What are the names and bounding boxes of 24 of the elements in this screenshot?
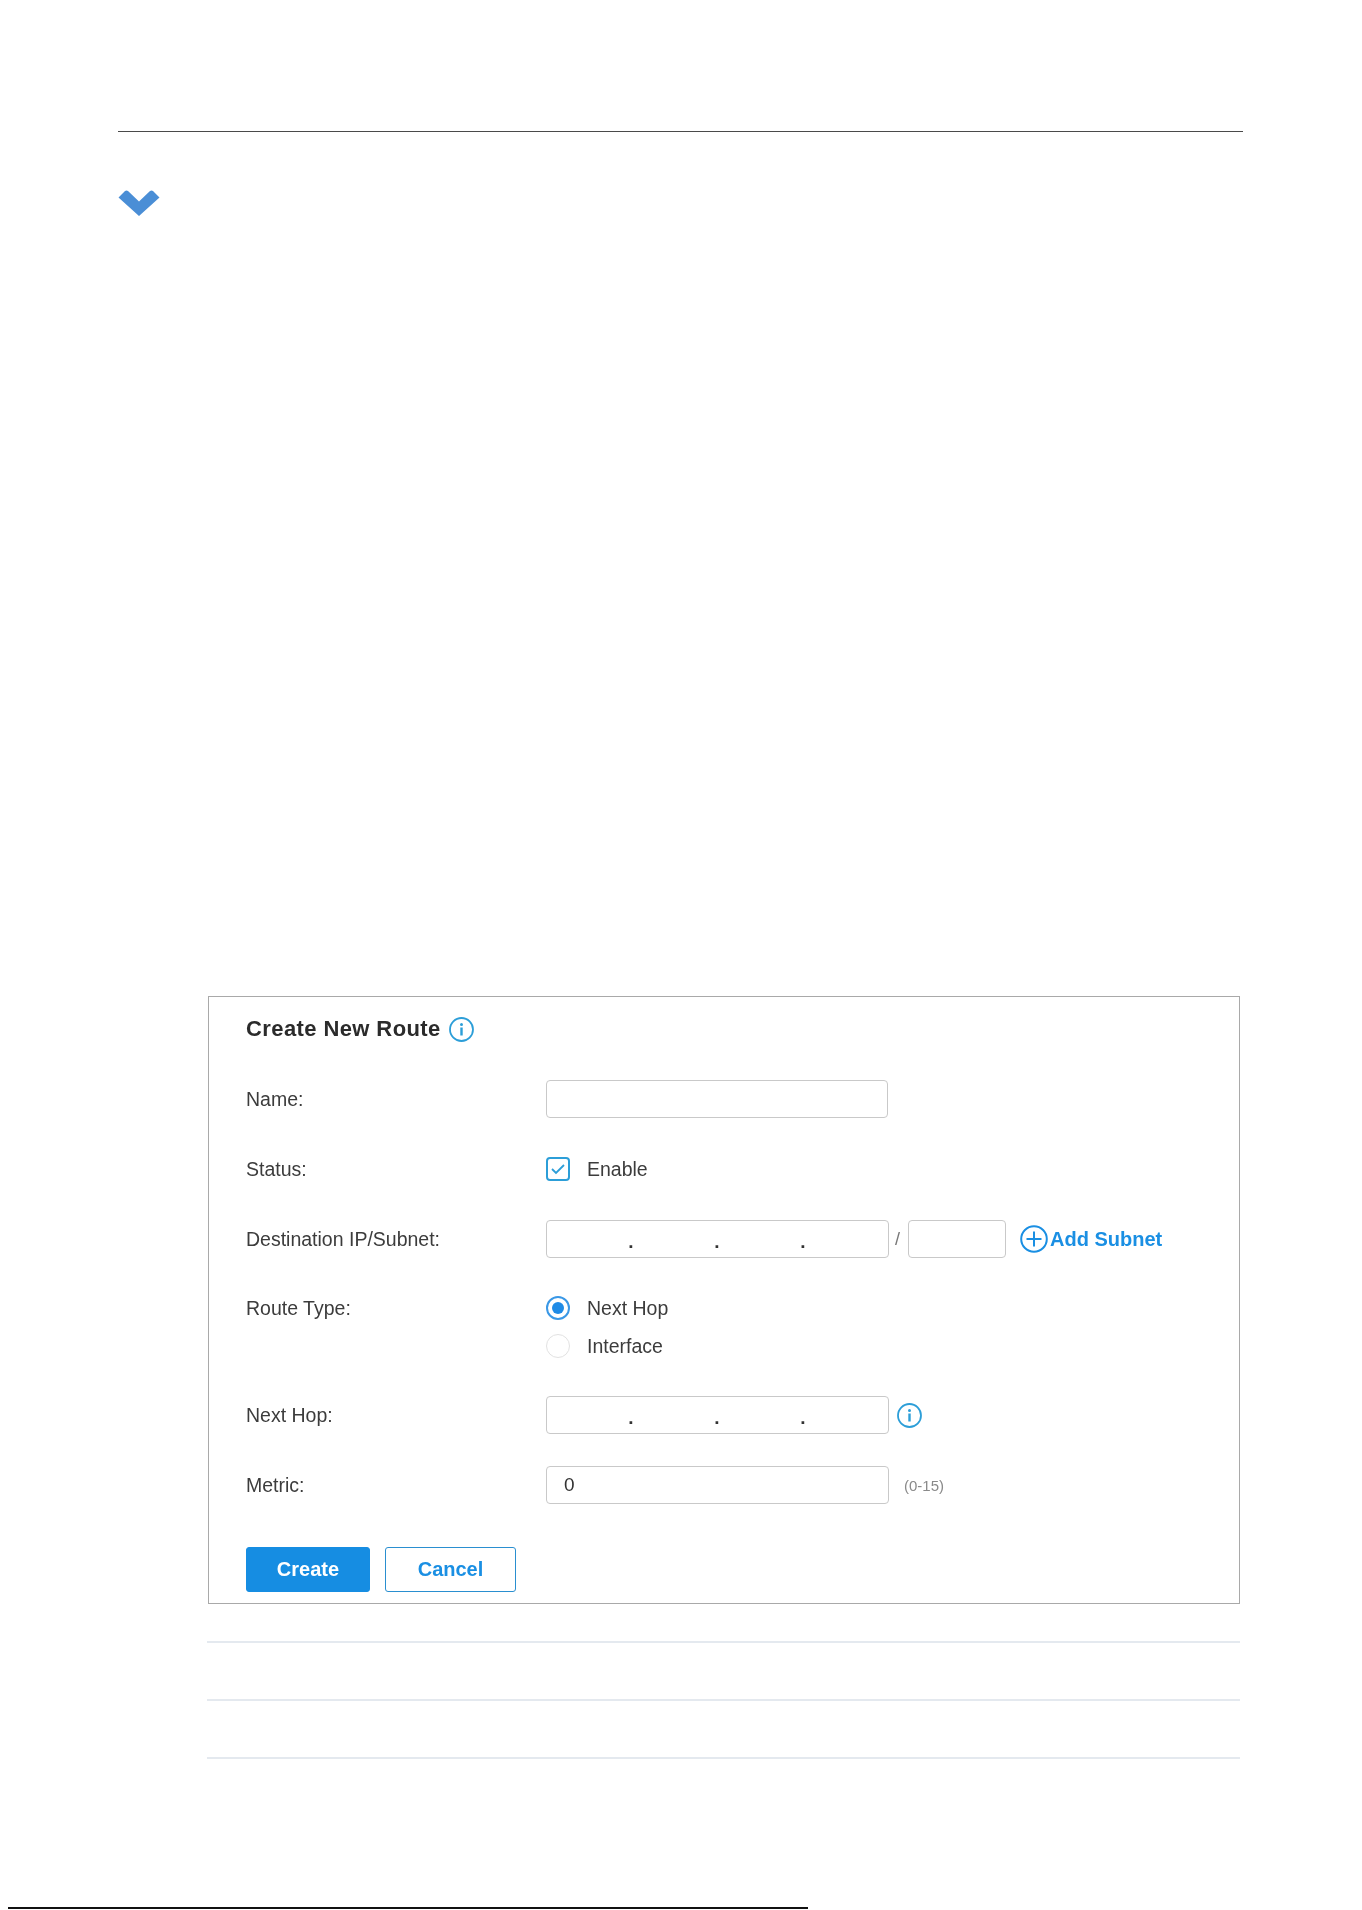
option-label: Enable: [587, 1157, 648, 1181]
field-label: Status:: [246, 1157, 308, 1181]
ip-address-field[interactable]: . . .: [546, 1396, 889, 1434]
primary-button[interactable]: Create: [246, 1547, 370, 1592]
field-label: Metric:: [246, 1473, 306, 1497]
option-label: Interface: [587, 1334, 663, 1358]
form-title: Create New Route: [246, 1016, 441, 1042]
plus-circle-icon: [1020, 1225, 1048, 1253]
option-label: Next Hop: [587, 1296, 669, 1320]
checkbox[interactable]: [546, 1157, 570, 1181]
field-label: Route Type:: [246, 1296, 352, 1321]
input-field[interactable]: 0: [546, 1466, 889, 1504]
range-hint: (0-15): [904, 1476, 944, 1494]
chevron-icon: [118, 187, 160, 216]
ip-address-field[interactable]: . . .: [546, 1220, 889, 1258]
info-icon[interactable]: [448, 1016, 474, 1042]
input-field[interactable]: [546, 1080, 888, 1118]
field-label: Destination IP/Subnet:: [246, 1227, 442, 1251]
radio-button[interactable]: [546, 1296, 570, 1320]
field-label: Next Hop:: [246, 1403, 334, 1427]
subnet-field[interactable]: [908, 1220, 1006, 1258]
info-icon[interactable]: [897, 1402, 922, 1428]
slash-separator: /: [895, 1228, 900, 1250]
field-label: Name:: [246, 1087, 305, 1111]
